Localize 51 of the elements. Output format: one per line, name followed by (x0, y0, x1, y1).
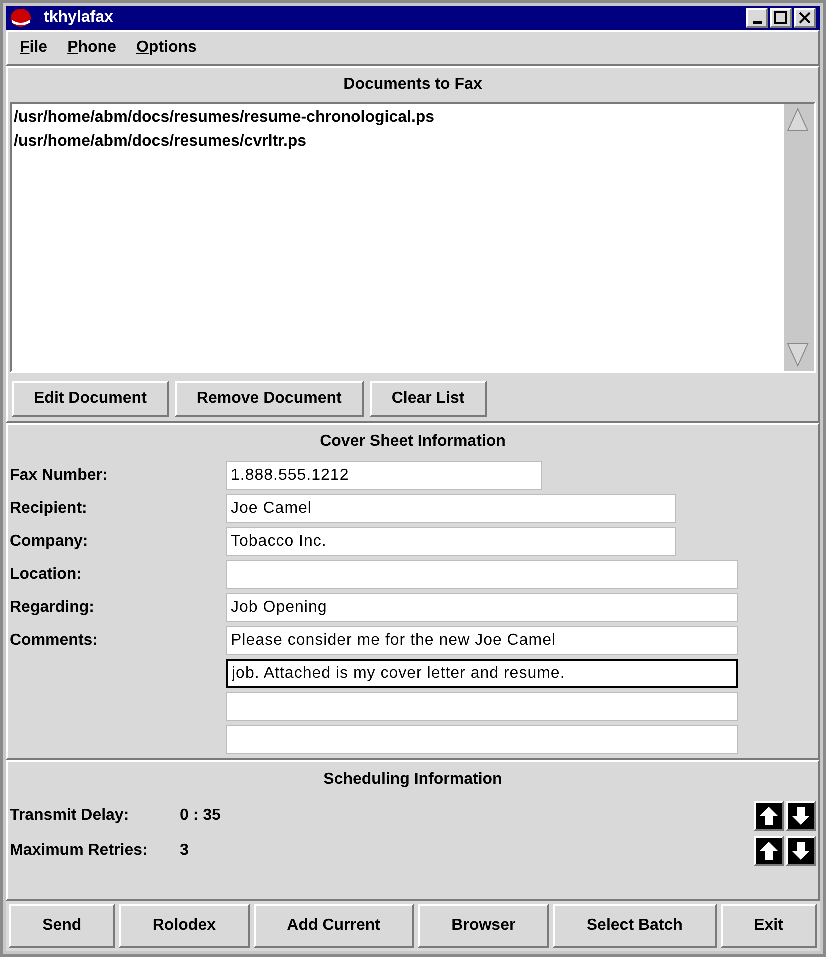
text-field[interactable] (226, 692, 738, 721)
document-item[interactable]: /usr/home/abm/docs/resumes/resume-chronological.ps (14, 106, 782, 130)
minimize-icon (752, 21, 762, 24)
up-arrow-button[interactable] (754, 800, 784, 830)
text-field[interactable]: Tobacco Inc. (226, 527, 676, 556)
section-heading: Scheduling Information (322, 770, 504, 790)
down-arrow-icon (790, 840, 812, 862)
document-item[interactable]: /usr/home/abm/docs/resumes/cvrltr.ps (14, 130, 782, 154)
action-button[interactable]: Exit (720, 904, 818, 948)
text-field[interactable] (226, 725, 738, 754)
field-label: Recipient: (9, 499, 88, 519)
section-heading: Cover Sheet Information (319, 432, 507, 452)
text-field[interactable] (226, 560, 738, 589)
setting-value: 3 (180, 840, 190, 860)
text-field[interactable]: Please consider me for the new Joe Camel (226, 626, 738, 655)
action-button[interactable]: Select Batch (553, 904, 717, 948)
field-label: Regarding: (9, 598, 96, 618)
action-button[interactable]: Browser (418, 904, 550, 948)
text-field[interactable]: Job Opening (226, 593, 738, 622)
up-arrow-button[interactable] (754, 836, 784, 866)
down-arrow-icon (790, 804, 812, 826)
close-icon (798, 11, 812, 25)
field-label: Fax Number: (9, 466, 109, 486)
minimize-button[interactable] (746, 8, 768, 28)
setting-value: 0 : 35 (180, 806, 222, 826)
menu-item[interactable]: Options (136, 36, 197, 60)
maximize-icon (774, 11, 788, 25)
menu-item[interactable]: Phone (68, 36, 116, 60)
text-field[interactable]: Joe Camel (226, 494, 676, 523)
down-arrow-button[interactable] (786, 836, 816, 866)
action-button[interactable]: Rolodex (119, 904, 250, 948)
document-button[interactable]: Edit Document (12, 381, 169, 417)
close-button[interactable] (794, 8, 816, 28)
setting-label: Transmit Delay: (10, 806, 130, 826)
field-label: Comments: (9, 631, 100, 651)
field-label: Company: (9, 532, 90, 552)
text-field[interactable]: 1.888.555.1212 (226, 461, 542, 490)
action-button[interactable]: Send (9, 904, 116, 948)
action-button[interactable]: Add Current (254, 904, 414, 948)
menu-item[interactable]: File (20, 36, 48, 60)
up-arrow-icon (758, 840, 780, 862)
down-arrow-button[interactable] (786, 800, 816, 830)
document-button[interactable]: Remove Document (174, 381, 364, 417)
field-label: Location: (9, 565, 83, 585)
section-heading: Documents to Fax (342, 75, 484, 95)
up-arrow-icon (758, 804, 780, 826)
hat-icon (10, 8, 32, 28)
setting-label: Maximum Retries: (10, 840, 149, 860)
window-title: tkhylafax (44, 8, 114, 28)
document-button[interactable]: Clear List (370, 381, 487, 417)
maximize-button[interactable] (770, 8, 792, 28)
